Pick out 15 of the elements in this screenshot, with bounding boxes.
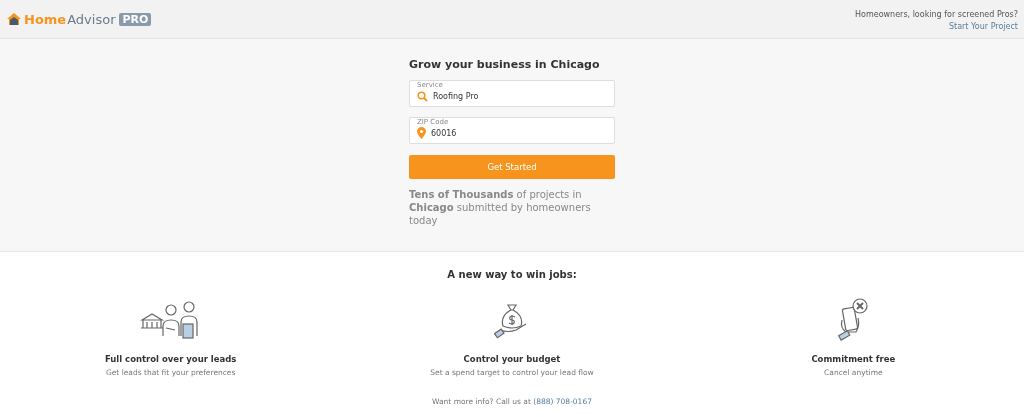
search-icon: [417, 90, 428, 102]
section-title: A new way to win jobs:: [446, 269, 578, 280]
hero-title: Grow your business in Chicago: [409, 58, 601, 71]
pro-badge: PRO: [119, 12, 152, 26]
feature-title: Commitment free: [811, 354, 896, 364]
feature-title: Control your budget: [463, 354, 561, 364]
logo-text: Home: [24, 11, 67, 27]
house-logo-icon: [6, 12, 22, 26]
phone-in-hand-drawing: [836, 298, 871, 342]
logo-text: Advisor: [67, 11, 116, 27]
projects-blurb: Tens of Thousands of projects in Chicago submitted by homeowners today: [409, 188, 592, 227]
start-project-link[interactable]: Start Your Project: [948, 21, 1018, 31]
homeowner-prompt: Homeowners, looking for screened Pros?: [855, 9, 1018, 19]
location-pin-icon: [417, 127, 426, 139]
feature-title: Full control over your leads: [104, 354, 237, 364]
